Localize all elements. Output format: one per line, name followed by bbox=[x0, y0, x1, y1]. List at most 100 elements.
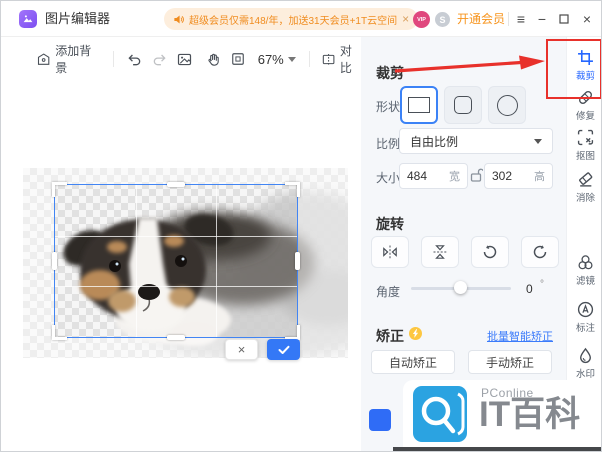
crop-height-field[interactable]: 高 bbox=[484, 163, 553, 189]
coin-badge[interactable]: S bbox=[435, 12, 450, 27]
angle-value: 0 bbox=[526, 282, 533, 296]
rounded-square-icon bbox=[454, 96, 472, 114]
crop-cancel-icon: × bbox=[237, 342, 246, 357]
open-membership-button[interactable]: 开通会员 bbox=[457, 1, 505, 37]
app-title: 图片编辑器 bbox=[45, 11, 111, 26]
grid-line bbox=[135, 185, 137, 337]
add-background-label: 添加背景 bbox=[55, 44, 92, 75]
chevron-down-icon bbox=[534, 138, 542, 144]
add-background-button[interactable]: 添加背景 bbox=[37, 42, 98, 76]
flip-horizontal-icon bbox=[383, 245, 397, 259]
rail-item-annotate[interactable]: 标注 bbox=[567, 301, 601, 334]
watermark-card: PConline IT百科 bbox=[403, 380, 601, 449]
minimize-button[interactable]: − bbox=[532, 1, 552, 37]
hand-icon bbox=[208, 53, 219, 66]
rail-item-cutout[interactable]: 抠图 bbox=[567, 129, 601, 162]
watermark-drop-icon bbox=[580, 347, 591, 364]
ratio-value: 自由比例 bbox=[410, 134, 459, 149]
shape-rounded-button[interactable] bbox=[444, 86, 482, 124]
vip-badge[interactable]: VIP bbox=[413, 11, 430, 28]
crop-dim-overlay bbox=[298, 184, 348, 338]
flip-vertical-icon bbox=[433, 245, 447, 259]
auto-correction-button[interactable]: 自动矫正 bbox=[371, 350, 455, 374]
height-suffix: 高 bbox=[534, 171, 545, 183]
crop-width-input[interactable] bbox=[407, 169, 437, 183]
crop-dim-overlay bbox=[23, 184, 54, 338]
rectangle-icon bbox=[408, 97, 430, 113]
titlebar-divider bbox=[508, 12, 509, 26]
crop-height-input[interactable] bbox=[492, 169, 522, 183]
crop-cancel-button[interactable]: × bbox=[225, 339, 258, 360]
shape-label: 形状 bbox=[376, 100, 401, 114]
annotation-arrow bbox=[394, 55, 545, 73]
check-icon bbox=[278, 345, 289, 354]
circle-icon bbox=[496, 94, 518, 116]
watermark-logo-icon bbox=[413, 386, 467, 442]
canvas-toolbar: 添加背景 67% 对比 bbox=[1, 42, 361, 76]
promo-banner-close-icon[interactable]: × bbox=[402, 12, 409, 26]
manual-correction-button[interactable]: 手动矫正 bbox=[468, 350, 552, 374]
app-window: 图片编辑器 超级会员仅需148/年，加送31天会员+1T云空间 × VIP S … bbox=[0, 0, 602, 452]
compare-label: 对比 bbox=[339, 44, 352, 75]
color-swatch[interactable] bbox=[369, 409, 391, 431]
ratio-dropdown[interactable]: 自由比例 bbox=[399, 128, 553, 154]
crop-handle-ne[interactable] bbox=[285, 182, 300, 197]
zoom-level-dropdown[interactable]: 67% bbox=[258, 52, 296, 67]
promo-banner-text: 超级会员仅需148/年，加送31天会员+1T云空间 bbox=[189, 15, 398, 27]
promo-banner[interactable]: 超级会员仅需148/年，加送31天会员+1T云空间 × bbox=[164, 8, 419, 30]
redo-button[interactable] bbox=[152, 52, 167, 67]
maximize-button[interactable] bbox=[554, 1, 574, 37]
rotate-cw-icon bbox=[533, 245, 547, 259]
toolbar-separator bbox=[308, 51, 310, 67]
crop-handle-w[interactable] bbox=[52, 252, 57, 270]
crop-handle-se[interactable] bbox=[285, 325, 300, 340]
eraser-icon bbox=[579, 172, 593, 187]
cutout-icon bbox=[577, 129, 594, 146]
rotate-cw-button[interactable] bbox=[521, 236, 559, 268]
pan-hand-button[interactable] bbox=[206, 52, 221, 67]
crop-handle-sw[interactable] bbox=[52, 325, 67, 340]
rail-item-erase[interactable]: 消除 bbox=[567, 171, 601, 204]
size-label: 大小 bbox=[376, 171, 401, 185]
crop-handle-e[interactable] bbox=[295, 252, 300, 270]
vip-spark-icon bbox=[409, 327, 422, 340]
close-button[interactable]: × bbox=[577, 1, 597, 37]
crop-width-field[interactable]: 宽 bbox=[399, 163, 468, 189]
crop-handle-n[interactable] bbox=[167, 182, 185, 187]
watermark-bottom-bar bbox=[393, 447, 601, 451]
grid-line bbox=[216, 185, 218, 337]
insert-image-button[interactable] bbox=[177, 52, 192, 67]
rail-item-watermark[interactable]: 水印 bbox=[567, 347, 601, 380]
flip-horizontal-button[interactable] bbox=[371, 236, 409, 268]
crop-handle-nw[interactable] bbox=[52, 182, 67, 197]
correction-title: 矫正 bbox=[376, 328, 404, 344]
angle-slider-handle[interactable] bbox=[454, 281, 467, 294]
crop-box[interactable] bbox=[52, 182, 300, 340]
crop-confirm-button[interactable] bbox=[267, 339, 300, 360]
flip-vertical-button[interactable] bbox=[421, 236, 459, 268]
menu-button[interactable]: ≡ bbox=[511, 1, 531, 37]
width-suffix: 宽 bbox=[449, 171, 460, 183]
redo-icon bbox=[153, 54, 166, 65]
filter-circles-icon bbox=[578, 255, 593, 270]
chevron-down-icon bbox=[287, 56, 296, 62]
maximize-icon bbox=[559, 14, 569, 24]
speaker-icon bbox=[174, 14, 184, 24]
rail-item-filter[interactable]: 滤镜 bbox=[567, 254, 601, 287]
batch-smart-correction-link[interactable]: 批量智能矫正 bbox=[487, 328, 553, 344]
unlock-icon[interactable] bbox=[470, 167, 483, 183]
rotate-ccw-button[interactable] bbox=[471, 236, 509, 268]
compare-button[interactable]: 对比 bbox=[322, 42, 361, 76]
app-logo-icon bbox=[19, 10, 37, 28]
shape-circle-button[interactable] bbox=[488, 86, 526, 124]
rotate-title: 旋转 bbox=[376, 216, 404, 232]
angle-label: 角度 bbox=[376, 285, 401, 299]
shape-rectangle-button[interactable] bbox=[400, 86, 438, 124]
crop-handle-s[interactable] bbox=[167, 335, 185, 340]
angle-unit: ° bbox=[540, 279, 544, 290]
fit-screen-button[interactable] bbox=[231, 52, 245, 66]
undo-button[interactable] bbox=[127, 52, 142, 67]
image-canvas[interactable] bbox=[23, 168, 348, 358]
grid-line bbox=[55, 235, 297, 237]
zoom-level-value: 67% bbox=[257, 51, 284, 67]
